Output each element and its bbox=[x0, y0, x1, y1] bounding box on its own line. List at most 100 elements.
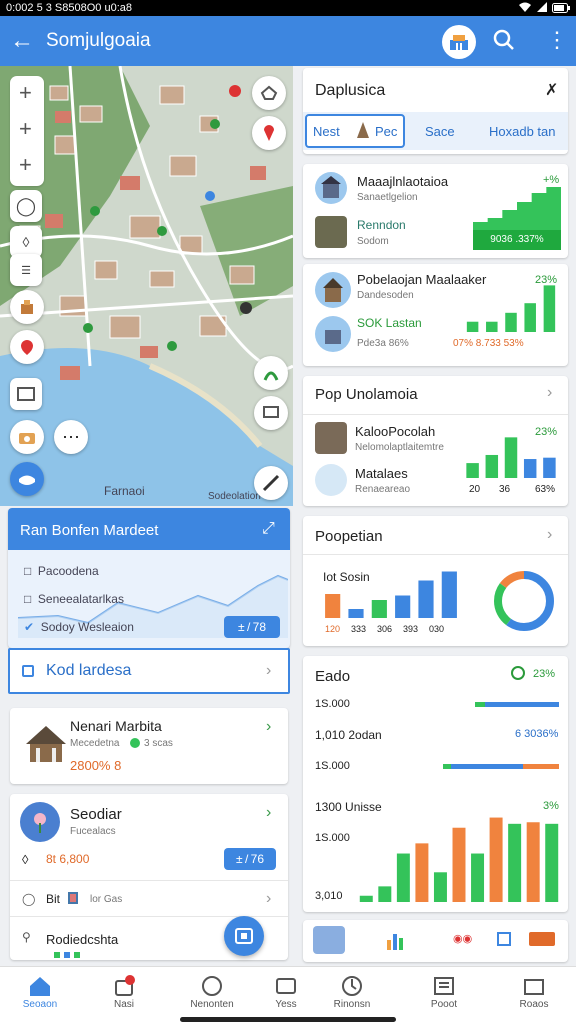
highlight-row[interactable]: Kod lardesa › bbox=[8, 648, 290, 694]
overview-row-2[interactable]: □ Seneealatarlkas bbox=[24, 592, 124, 606]
nav-yess[interactable]: Yess bbox=[250, 973, 322, 1010]
eado-row-1: 1S.000 bbox=[315, 698, 350, 710]
fullscreen-icon[interactable] bbox=[252, 76, 286, 110]
fab-add-icon[interactable] bbox=[224, 916, 264, 956]
expand-icon[interactable]: ⤢ bbox=[262, 520, 275, 538]
message-icon bbox=[250, 973, 322, 999]
flower-avatar-icon bbox=[20, 802, 60, 842]
tab-nest[interactable]: Nest bbox=[313, 124, 340, 139]
nav-pooot[interactable]: Pooot bbox=[408, 973, 480, 1010]
nav-roaos[interactable]: Roaos bbox=[498, 973, 570, 1010]
zoom-in-icon[interactable]: + bbox=[19, 80, 32, 106]
overview-row-1[interactable]: □ Pacoodena bbox=[24, 564, 99, 578]
app-bar: ← Somjulgoaia ⋮ bbox=[0, 16, 576, 66]
square-icon[interactable] bbox=[497, 932, 511, 946]
stats-1-sub3: Sodom bbox=[357, 236, 389, 247]
bus-icon bbox=[315, 216, 347, 248]
nav-rinonsn[interactable]: Rinonsn bbox=[316, 973, 388, 1010]
measure-icon[interactable] bbox=[254, 466, 288, 500]
temple-icon bbox=[26, 726, 66, 762]
stats-2-foot: 07% 8.733 53% bbox=[453, 338, 524, 349]
search-icon[interactable] bbox=[492, 28, 516, 52]
gate-icon bbox=[315, 422, 347, 454]
status-dot-icon bbox=[130, 738, 140, 748]
chat-bubble-icon bbox=[511, 666, 525, 680]
stats-card-3[interactable]: Pop Unolamoia › KalooPocolah Nelomolaptl… bbox=[303, 376, 568, 506]
chart-bar bbox=[523, 459, 537, 478]
clock-icon bbox=[176, 973, 248, 999]
nav-news-label: Nasi bbox=[113, 999, 134, 1010]
resident-badge[interactable]: ± / 76 bbox=[224, 848, 276, 870]
city-thumb-icon[interactable] bbox=[313, 926, 345, 954]
stats-card-1[interactable]: Maaajlnlaotaioa Sanaetlgelion Renndon So… bbox=[303, 164, 568, 258]
chevron-right-icon[interactable]: › bbox=[266, 804, 271, 822]
folder-icon bbox=[498, 973, 570, 999]
more-horiz-icon[interactable]: ⋯ bbox=[54, 420, 88, 454]
stats-1-area bbox=[473, 187, 561, 232]
overview-row-3[interactable]: ✔ Sodoy Wesleaion bbox=[24, 620, 134, 634]
overview-row-3-label: Sodoy Wesleaion bbox=[40, 620, 134, 634]
place-subtitle: Mecedetna bbox=[70, 738, 120, 749]
tab-pec[interactable]: Pec bbox=[375, 124, 397, 139]
eado-card[interactable]: Eado 23% 1S.000 1,010 2odan 6 3036% 1S.0… bbox=[303, 656, 568, 912]
nav-nenonten[interactable]: Nenonten bbox=[176, 973, 248, 1010]
chat-icon[interactable] bbox=[254, 396, 288, 430]
zoom-add-icon[interactable]: + bbox=[19, 152, 32, 178]
chart-bar bbox=[433, 872, 447, 902]
battery-icon bbox=[552, 2, 570, 13]
chevron-right-icon[interactable]: › bbox=[266, 890, 271, 908]
population-axis-1: 120 bbox=[325, 624, 341, 634]
marker-icon[interactable] bbox=[10, 330, 44, 364]
divider bbox=[303, 554, 568, 555]
compass-icon bbox=[316, 973, 388, 999]
chart-bar bbox=[325, 594, 341, 618]
chart-bar bbox=[486, 321, 498, 332]
city-logo-icon[interactable] bbox=[442, 25, 476, 59]
bottom-nav: Seoaon Nasi Nenonten Yess Rinonsn Pooot … bbox=[0, 966, 576, 1024]
back-arrow-icon[interactable]: ← bbox=[10, 27, 34, 55]
transit-icon[interactable]: ◉◉ bbox=[453, 932, 472, 945]
more-vert-icon[interactable]: ⋮ bbox=[546, 28, 568, 52]
landmark-icon[interactable] bbox=[10, 290, 44, 324]
nav-news[interactable]: Nasi bbox=[88, 973, 160, 1010]
legend-icon[interactable]: ☰ bbox=[10, 254, 42, 286]
stats-card-2[interactable]: Pobelaojan Maalaaker Dandesoden SOK Last… bbox=[303, 264, 568, 366]
chevron-right-icon[interactable]: › bbox=[547, 384, 552, 402]
population-card[interactable]: Poopetian › Iot Sosin 120 333 306 393 03… bbox=[303, 516, 568, 646]
chart-bar bbox=[471, 853, 485, 902]
list-item-label[interactable]: Bit bbox=[46, 892, 60, 906]
photo-icon[interactable] bbox=[10, 378, 42, 410]
population-title: Poopetian bbox=[315, 528, 383, 545]
pin-icon[interactable]: ✗ bbox=[545, 80, 558, 100]
eado-bars bbox=[359, 817, 559, 902]
list-item-label[interactable]: Rodiedcshta bbox=[46, 932, 118, 947]
mini-bars bbox=[54, 952, 80, 958]
chevron-right-icon: › bbox=[266, 718, 272, 735]
chart-bar bbox=[466, 463, 479, 478]
chart-icon[interactable] bbox=[385, 930, 407, 952]
chevron-right-icon[interactable]: › bbox=[547, 526, 552, 544]
tag-icon[interactable] bbox=[529, 932, 555, 946]
overview-badge[interactable]: ± / 78 bbox=[224, 616, 280, 638]
nav-home-label: Seoaon bbox=[22, 999, 58, 1010]
eado-row-5: 1S.000 bbox=[315, 832, 350, 844]
chart-area bbox=[473, 187, 561, 232]
stats-3-title: Pop Unolamoia bbox=[315, 386, 418, 403]
resident-value: 8t 6,800 bbox=[46, 852, 90, 866]
place-card[interactable]: Nenari Marbita Mecedetna 3 scas 2800% 8 … bbox=[10, 708, 288, 784]
zoom-in-alt-icon[interactable]: + bbox=[19, 116, 32, 142]
tab-sace[interactable]: Sace bbox=[425, 124, 455, 139]
tab-hoxadb[interactable]: Hoxadb tan bbox=[489, 124, 556, 139]
chart-bar bbox=[348, 609, 364, 618]
app-title: Somjulgoaia bbox=[46, 30, 151, 51]
highlight-label: Kod lardesa bbox=[46, 662, 132, 679]
nav-home[interactable]: Seoaon bbox=[4, 973, 76, 1010]
compass-icon[interactable]: ◯ bbox=[10, 190, 42, 222]
water-icon[interactable] bbox=[10, 462, 44, 496]
camera-icon[interactable] bbox=[10, 420, 44, 454]
map-corner-label: Sodeolation bbox=[208, 491, 261, 502]
place-tag: 3 scas bbox=[144, 738, 173, 749]
location-pin-icon[interactable] bbox=[252, 116, 286, 150]
route-icon[interactable] bbox=[254, 356, 288, 390]
list-item-extra: lor Gas bbox=[90, 894, 123, 905]
